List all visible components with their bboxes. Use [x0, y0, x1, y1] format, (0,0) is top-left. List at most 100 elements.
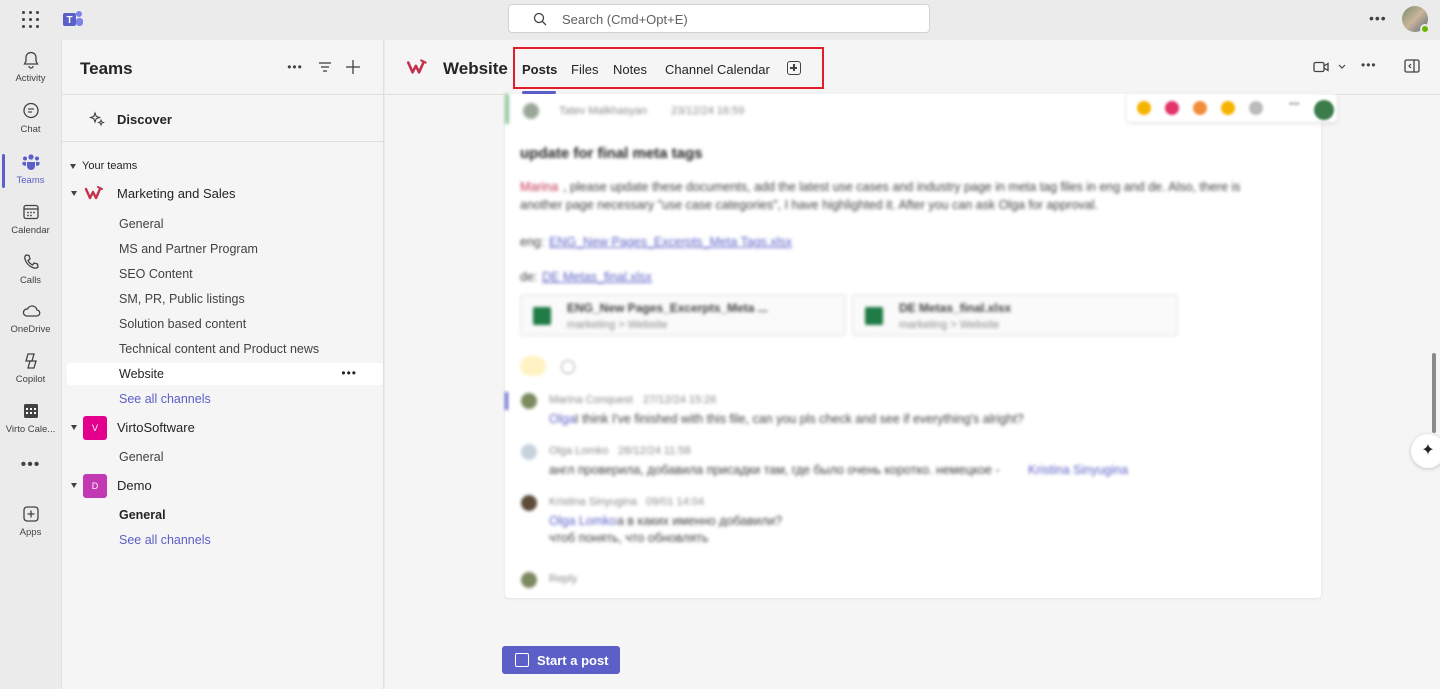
reaction-bar[interactable]: •••: [1127, 94, 1337, 122]
reply-time: 28/12/24 11:58: [618, 445, 691, 457]
post-body-line1: , please update these documents, add the…: [563, 180, 1241, 194]
apps-add-icon: [22, 506, 39, 522]
post-card[interactable]: Tatev Malkhasyan 23/12/24 16:59 update f…: [505, 94, 1321, 598]
channel-ms-partner-program[interactable]: MS and Partner Program: [119, 242, 258, 256]
search-icon: [533, 12, 547, 26]
post-subject: update for final meta tags: [520, 145, 703, 162]
surprised-reaction-icon[interactable]: [1221, 101, 1235, 115]
discover-item[interactable]: Discover: [62, 96, 384, 142]
video-camera-icon[interactable]: [1313, 60, 1329, 74]
add-tab-icon[interactable]: [787, 61, 801, 75]
rail-label: Virto Cale...: [5, 424, 56, 435]
team-name: Marketing and Sales: [117, 186, 236, 201]
see-all-channels-link[interactable]: See all channels: [119, 533, 211, 547]
compose-icon: [515, 653, 529, 667]
copilot-sparkle-icon[interactable]: ✦: [1411, 434, 1440, 468]
team-virtosoftware[interactable]: V VirtoSoftware: [62, 416, 384, 440]
channel-general[interactable]: General: [119, 450, 163, 464]
avatar[interactable]: [1402, 6, 1430, 34]
tab-bar: Posts Files Notes Channel Calendar: [513, 47, 824, 89]
add-icon[interactable]: [344, 58, 362, 76]
app-launcher-icon[interactable]: [22, 11, 40, 29]
rail-item-teams[interactable]: Teams: [0, 146, 61, 194]
avatar: [523, 103, 539, 119]
channel-general[interactable]: General: [119, 508, 166, 522]
search-placeholder: Search (Cmd+Opt+E): [562, 12, 688, 27]
file-attachment[interactable]: DE Metas_final.xlsx marketing > Website: [852, 294, 1178, 336]
channel-more-options-icon[interactable]: •••: [341, 366, 357, 380]
scrollbar[interactable]: [1432, 353, 1436, 433]
rail-item-virto-calendar[interactable]: Virto Cale...: [0, 395, 61, 443]
side-panel-icon[interactable]: [1404, 59, 1420, 73]
filter-icon[interactable]: [316, 58, 334, 76]
excel-file-icon: [865, 307, 883, 325]
add-reaction-icon[interactable]: [561, 360, 575, 374]
panel-header: Teams •••: [62, 40, 384, 95]
team-marketing-and-sales[interactable]: Marketing and Sales: [62, 182, 384, 206]
more-options-icon[interactable]: •••: [1369, 10, 1387, 26]
your-teams-label: Your teams: [82, 160, 138, 172]
heart-reaction-icon[interactable]: [1165, 101, 1179, 115]
channel-main: Website Posts Files Notes Channel Calend…: [385, 40, 1440, 689]
more-options-icon[interactable]: •••: [1289, 99, 1303, 113]
start-post-label: Start a post: [537, 653, 609, 668]
channel-sm-pr-public-listings[interactable]: SM, PR, Public listings: [119, 292, 245, 306]
like-reaction-icon[interactable]: [1137, 101, 1151, 115]
app-rail: Activity Chat Teams Calendar Calls OneDr…: [0, 40, 61, 689]
reply-mention[interactable]: Olga: [549, 412, 575, 426]
avatar: [521, 495, 537, 511]
de-file-link[interactable]: DE Metas_final.xlsx: [542, 270, 652, 284]
file-name: DE Metas_final.xlsx: [899, 301, 1012, 315]
add-reaction-icon[interactable]: [1249, 101, 1263, 115]
more-options-icon[interactable]: •••: [1361, 58, 1377, 72]
chevron-down-icon: [71, 483, 77, 488]
rail-label: Calls: [19, 275, 42, 286]
channel-solution-based-content[interactable]: Solution based content: [119, 317, 246, 331]
laugh-reaction-icon[interactable]: [1193, 101, 1207, 115]
reply-author: Marina Conquest: [549, 394, 633, 406]
channel-technical-content[interactable]: Technical content and Product news: [119, 342, 319, 356]
tab-files[interactable]: Files: [571, 62, 598, 77]
team-name: Demo: [117, 478, 152, 493]
file-attachment[interactable]: ENG_New Pages_Excerpts_Meta ... marketin…: [520, 294, 846, 336]
rail-item-onedrive[interactable]: OneDrive: [0, 295, 61, 343]
channel-seo-content[interactable]: SEO Content: [119, 267, 193, 281]
teams-icon: [22, 154, 39, 170]
svg-text:T: T: [66, 15, 72, 26]
rail-item-chat[interactable]: Chat: [0, 95, 61, 143]
file-name: ENG_New Pages_Excerpts_Meta ...: [567, 301, 768, 315]
team-demo[interactable]: D Demo: [62, 474, 384, 498]
reply-time: 27/12/24 15:26: [643, 394, 717, 406]
your-teams-header[interactable]: Your teams: [70, 160, 137, 172]
search-input[interactable]: Search (Cmd+Opt+E): [508, 4, 930, 33]
channel-website-selected[interactable]: •••: [67, 363, 383, 385]
more-apps-icon[interactable]: •••: [0, 456, 61, 474]
teams-logo-icon: T: [63, 11, 83, 26]
rail-item-activity[interactable]: Activity: [0, 44, 61, 92]
rail-item-copilot[interactable]: Copilot: [0, 345, 61, 393]
channel-general[interactable]: General: [119, 217, 163, 231]
post-mention[interactable]: Marina: [520, 180, 558, 194]
start-post-button[interactable]: Start a post: [502, 646, 620, 674]
eng-file-link[interactable]: ENG_New Pages_Excerpts_Meta Tags.xlsx: [549, 235, 792, 249]
see-all-channels-link[interactable]: See all channels: [119, 392, 211, 406]
rail-item-calls[interactable]: Calls: [0, 246, 61, 294]
rail-item-calendar[interactable]: Calendar: [0, 196, 61, 244]
chat-icon: [22, 102, 39, 119]
avatar: [521, 444, 537, 460]
rail-item-apps[interactable]: Apps: [0, 498, 61, 546]
reply-mention[interactable]: Kristina Sinyugina: [1028, 463, 1128, 477]
tab-posts[interactable]: Posts: [522, 62, 557, 77]
team-avatar: D: [83, 474, 107, 498]
tab-notes[interactable]: Notes: [613, 62, 647, 77]
rail-label: Activity: [15, 73, 46, 84]
reaction-chip[interactable]: [520, 356, 546, 376]
reply-text: англ проверила, добавила присадки там, г…: [549, 463, 1000, 477]
channel-website[interactable]: Website: [119, 367, 164, 381]
reply-mention[interactable]: Olga Lomko: [549, 514, 616, 528]
reply-button[interactable]: Reply: [549, 573, 577, 585]
chevron-down-icon[interactable]: [1338, 64, 1346, 70]
more-options-icon[interactable]: •••: [286, 58, 304, 76]
chevron-down-icon: [71, 191, 77, 196]
tab-channel-calendar[interactable]: Channel Calendar: [665, 62, 770, 77]
